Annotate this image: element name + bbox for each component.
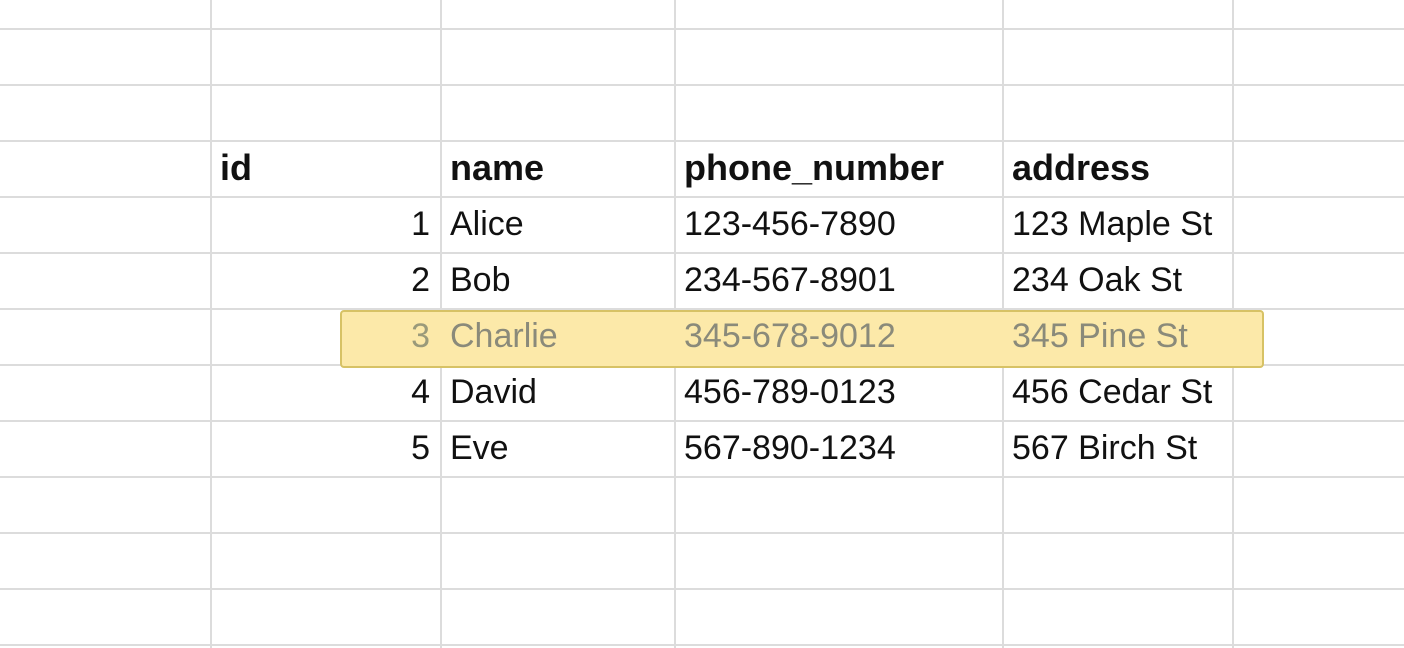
cell-id[interactable]: 3 — [212, 308, 438, 364]
cell-phone[interactable]: 456-789-0123 — [676, 364, 1000, 420]
column-header-name[interactable]: name — [442, 140, 672, 196]
cell-phone[interactable]: 123-456-7890 — [676, 196, 1000, 252]
cell-name[interactable]: Alice — [442, 196, 672, 252]
column-header-address[interactable]: address — [1004, 140, 1230, 196]
cell-address[interactable]: 567 Birch St — [1004, 420, 1230, 476]
cell-id[interactable]: 2 — [212, 252, 438, 308]
cell-phone[interactable]: 345-678-9012 — [676, 308, 1000, 364]
cell-id[interactable]: 5 — [212, 420, 438, 476]
cell-id[interactable]: 1 — [212, 196, 438, 252]
cell-name[interactable]: Eve — [442, 420, 672, 476]
cell-name[interactable]: Charlie — [442, 308, 672, 364]
cell-phone[interactable]: 234-567-8901 — [676, 252, 1000, 308]
cell-id[interactable]: 4 — [212, 364, 438, 420]
cell-address[interactable]: 456 Cedar St — [1004, 364, 1230, 420]
cell-name[interactable]: David — [442, 364, 672, 420]
cell-address[interactable]: 123 Maple St — [1004, 196, 1230, 252]
cell-address[interactable]: 345 Pine St — [1004, 308, 1230, 364]
cell-name[interactable]: Bob — [442, 252, 672, 308]
column-header-id[interactable]: id — [212, 140, 438, 196]
cell-phone[interactable]: 567-890-1234 — [676, 420, 1000, 476]
cell-address[interactable]: 234 Oak St — [1004, 252, 1230, 308]
spreadsheet-grid[interactable]: id name phone_number address 1 Alice 123… — [0, 0, 1404, 648]
column-header-phone[interactable]: phone_number — [676, 140, 1000, 196]
